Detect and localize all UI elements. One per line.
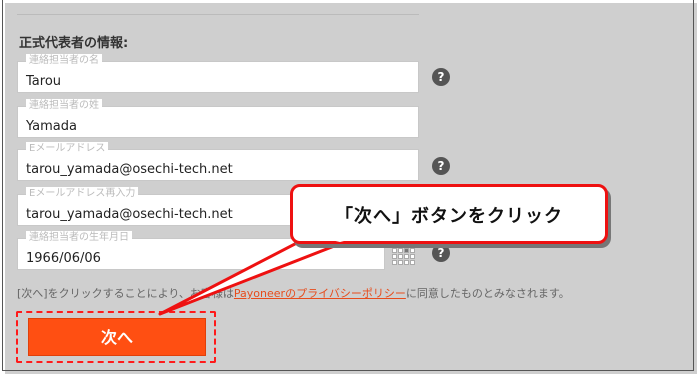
callout-pointer-seam — [322, 238, 356, 242]
